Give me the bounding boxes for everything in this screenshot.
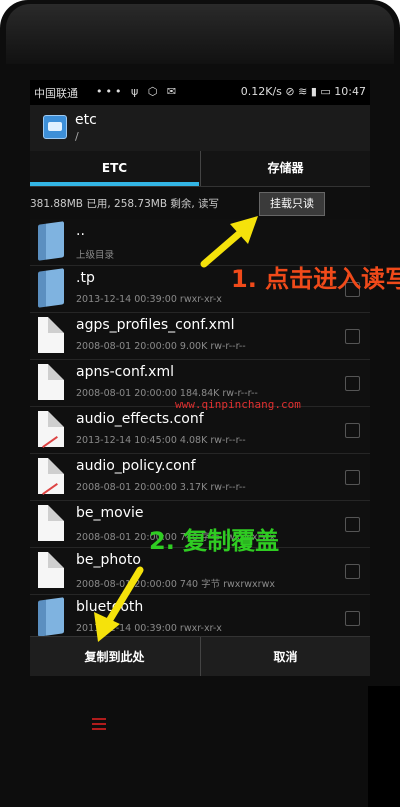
- select-checkbox[interactable]: [345, 470, 360, 485]
- mount-read-only-button[interactable]: 挂载只读: [259, 192, 325, 216]
- file-meta: 2013-12-14 00:39:00 rwxr-xr-x: [76, 294, 222, 305]
- select-checkbox[interactable]: [345, 329, 360, 344]
- file-name: ..: [76, 223, 85, 239]
- select-checkbox[interactable]: [345, 564, 360, 579]
- signal-icons: ⊘ ≋ ▮ ▭: [285, 85, 335, 98]
- file-manager-app-icon[interactable]: [43, 115, 67, 139]
- current-path: /: [75, 130, 79, 143]
- device-screen: 中国联通 ••• ψ ⬡ ✉ 0.12K/s ⊘ ≋ ▮ ▭ 10:47 etc…: [30, 80, 370, 676]
- list-item[interactable]: agps_profiles_conf.xml 2008-08-01 20:00:…: [30, 313, 370, 360]
- config-file-icon: [38, 411, 64, 447]
- file-name: agps_profiles_conf.xml: [76, 317, 235, 333]
- folder-icon: [38, 268, 64, 308]
- clock: 10:47: [334, 85, 366, 98]
- file-icon: [38, 505, 64, 541]
- step2-annotation: 2. 复制覆盖: [149, 527, 280, 555]
- tab-bar: ETC 存储器: [30, 151, 370, 187]
- file-icon: [38, 364, 64, 400]
- cancel-button[interactable]: 取消: [200, 637, 370, 676]
- status-right: 0.12K/s ⊘ ≋ ▮ ▭ 10:47: [241, 85, 366, 98]
- arrow-to-mount-button-icon: [200, 216, 258, 268]
- menu-key-icon[interactable]: [92, 718, 106, 730]
- file-meta: 2013-12-14 10:45:00 4.08K rw-r--r--: [76, 435, 246, 446]
- file-name: be_movie: [76, 505, 144, 521]
- list-item[interactable]: audio_effects.conf 2013-12-14 10:45:00 4…: [30, 407, 370, 454]
- select-checkbox[interactable]: [345, 376, 360, 391]
- file-name: audio_effects.conf: [76, 411, 204, 427]
- watermark-text: www.qinpinchang.com: [175, 398, 301, 411]
- select-checkbox[interactable]: [345, 423, 360, 438]
- file-name: audio_policy.conf: [76, 458, 196, 474]
- file-name: apns-conf.xml: [76, 364, 174, 380]
- select-checkbox[interactable]: [345, 517, 360, 532]
- file-meta: 2008-08-01 20:00:00 9.00K rw-r--r--: [76, 341, 246, 352]
- storage-usage-text: 381.88MB 已用, 258.73MB 剩余, 读写: [30, 198, 220, 210]
- select-checkbox[interactable]: [345, 611, 360, 626]
- folder-icon: [38, 597, 64, 637]
- file-name: .tp: [76, 270, 95, 286]
- tab-etc[interactable]: ETC: [30, 151, 199, 186]
- app-bar: etc /: [30, 105, 370, 151]
- list-item[interactable]: bluetooth 2013-12-14 00:39:00 rwxr-xr-x: [30, 595, 370, 642]
- list-item[interactable]: audio_policy.conf 2008-08-01 20:00:00 3.…: [30, 454, 370, 501]
- bottom-action-bar: 复制到此处 取消: [30, 636, 370, 676]
- arrow-to-copy-button-icon: [94, 566, 144, 642]
- file-meta: 2008-08-01 20:00:00 3.17K rw-r--r--: [76, 482, 246, 493]
- folder-icon: [38, 221, 64, 261]
- tab-storage[interactable]: 存储器: [200, 151, 370, 186]
- phone-side-edge: [368, 686, 400, 807]
- carrier-label: 中国联通: [34, 87, 78, 100]
- notification-icons: ••• ψ ⬡ ✉: [96, 85, 180, 98]
- file-meta: 上级目录: [76, 250, 115, 261]
- current-folder-title: etc: [75, 112, 97, 128]
- file-icon: [38, 317, 64, 353]
- status-bar: 中国联通 ••• ψ ⬡ ✉ 0.12K/s ⊘ ≋ ▮ ▭ 10:47: [30, 80, 370, 105]
- file-icon: [38, 552, 64, 588]
- config-file-icon: [38, 458, 64, 494]
- network-speed: 0.12K/s: [240, 85, 282, 98]
